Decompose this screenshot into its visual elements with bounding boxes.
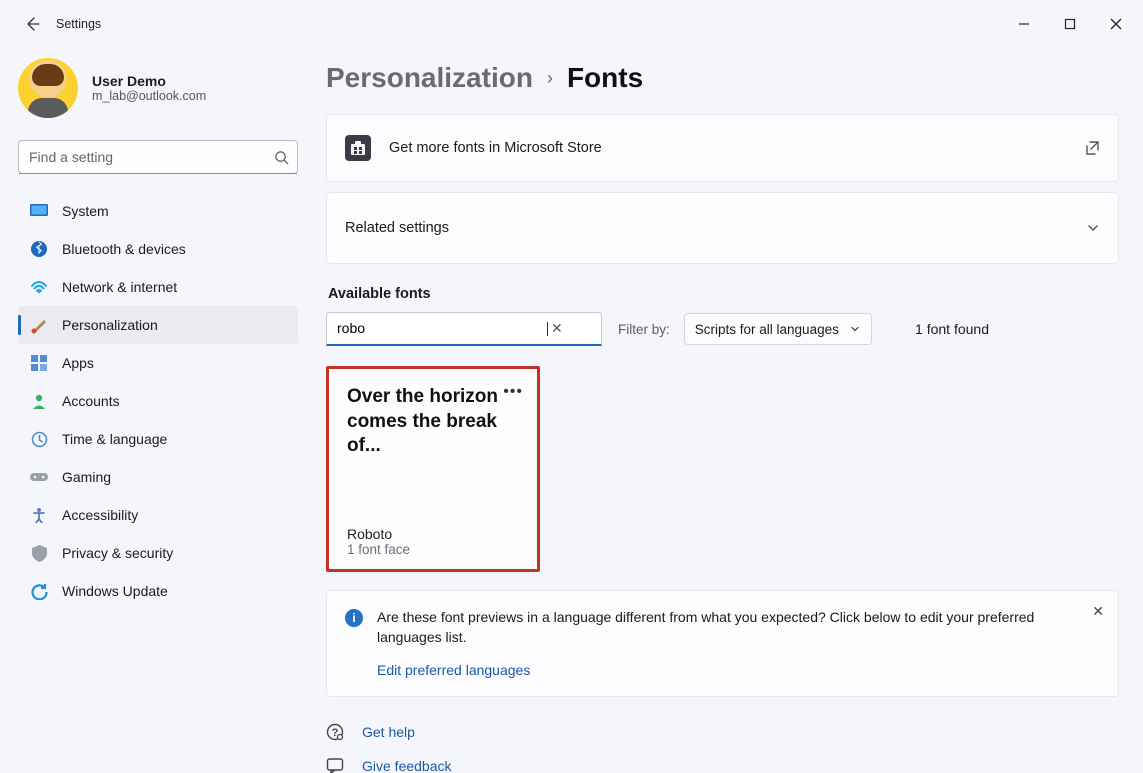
font-name: Roboto <box>347 526 521 542</box>
footer-links: ? Get help Give feedback <box>326 723 1119 773</box>
nav-label: Accessibility <box>62 507 138 523</box>
nav-label: Gaming <box>62 469 111 485</box>
close-icon <box>1110 18 1122 30</box>
back-arrow-icon <box>24 16 40 32</box>
profile-block[interactable]: User Demo m_lab@outlook.com <box>18 58 298 118</box>
profile-name: User Demo <box>92 73 206 89</box>
info-close-button[interactable]: ✕ <box>1092 603 1104 620</box>
filter-selected: Scripts for all languages <box>695 322 839 337</box>
nav-item-personalization[interactable]: Personalization <box>18 306 298 344</box>
window-title: Settings <box>56 17 101 31</box>
nav-label: Personalization <box>62 317 158 333</box>
shield-icon <box>30 544 48 562</box>
update-icon <box>30 582 48 600</box>
chevron-down-icon <box>849 323 861 335</box>
nav-label: Accounts <box>62 393 120 409</box>
font-search[interactable]: ✕ <box>326 312 602 346</box>
font-card-roboto[interactable]: ••• Over the horizon comes the break of.… <box>326 366 540 572</box>
nav-label: Network & internet <box>62 279 177 295</box>
info-icon: i <box>345 609 363 627</box>
system-icon <box>30 202 48 220</box>
search-icon <box>274 150 289 165</box>
related-settings-label: Related settings <box>345 220 1068 236</box>
fonts-found-count: 1 font found <box>915 321 989 337</box>
chevron-down-icon <box>1086 221 1100 235</box>
nav-item-accessibility[interactable]: Accessibility <box>18 496 298 534</box>
filter-label: Filter by: <box>618 322 670 337</box>
close-button[interactable] <box>1093 8 1139 40</box>
main-content: Personalization › Fonts Get more fonts i… <box>310 48 1143 773</box>
available-fonts-title: Available fonts <box>328 286 1119 302</box>
apps-icon <box>30 354 48 372</box>
font-faces: 1 font face <box>347 542 521 557</box>
give-feedback-label: Give feedback <box>362 758 452 773</box>
minimize-button[interactable] <box>1001 8 1047 40</box>
filter-row: ✕ Filter by: Scripts for all languages 1… <box>326 312 1119 346</box>
nav-item-bluetooth[interactable]: Bluetooth & devices <box>18 230 298 268</box>
accessibility-icon <box>30 506 48 524</box>
nav-item-network[interactable]: Network & internet <box>18 268 298 306</box>
give-feedback-link[interactable]: Give feedback <box>326 757 1119 773</box>
nav-item-privacy[interactable]: Privacy & security <box>18 534 298 572</box>
chevron-right-icon: › <box>547 68 553 89</box>
nav-item-time-language[interactable]: Time & language <box>18 420 298 458</box>
open-external-icon <box>1084 140 1100 156</box>
bluetooth-icon <box>30 240 48 258</box>
font-card-more-button[interactable]: ••• <box>503 383 523 401</box>
title-bar: Settings <box>0 0 1143 48</box>
ms-store-icon <box>345 135 371 161</box>
font-search-input[interactable] <box>337 320 547 336</box>
person-icon <box>30 392 48 410</box>
minimize-icon <box>1018 18 1030 30</box>
back-button[interactable] <box>16 8 48 40</box>
edit-languages-link[interactable]: Edit preferred languages <box>377 662 1037 678</box>
breadcrumb: Personalization › Fonts <box>326 62 1119 94</box>
breadcrumb-parent[interactable]: Personalization <box>326 62 533 94</box>
gamepad-icon <box>30 468 48 486</box>
profile-email: m_lab@outlook.com <box>92 89 206 103</box>
breadcrumb-current: Fonts <box>567 62 643 94</box>
nav-label: Time & language <box>62 431 167 447</box>
nav-label: Bluetooth & devices <box>62 241 186 257</box>
feedback-icon <box>326 757 344 773</box>
clear-search-button[interactable]: ✕ <box>547 320 567 337</box>
paintbrush-icon <box>30 316 48 334</box>
nav-label: Apps <box>62 355 94 371</box>
related-settings-card[interactable]: Related settings <box>326 192 1119 264</box>
info-message: Are these font previews in a language di… <box>377 607 1037 648</box>
info-bar: i Are these font previews in a language … <box>326 590 1119 697</box>
filter-dropdown[interactable]: Scripts for all languages <box>684 313 872 345</box>
maximize-button[interactable] <box>1047 8 1093 40</box>
nav-item-accounts[interactable]: Accounts <box>18 382 298 420</box>
settings-search-input[interactable] <box>29 149 274 165</box>
get-help-link[interactable]: ? Get help <box>326 723 1119 741</box>
nav-item-apps[interactable]: Apps <box>18 344 298 382</box>
store-card[interactable]: Get more fonts in Microsoft Store <box>326 114 1119 182</box>
nav-item-gaming[interactable]: Gaming <box>18 458 298 496</box>
wifi-icon <box>30 278 48 296</box>
nav-list: System Bluetooth & devices Network & int… <box>18 192 298 610</box>
nav-label: System <box>62 203 109 219</box>
store-label: Get more fonts in Microsoft Store <box>389 140 1066 156</box>
settings-search[interactable] <box>18 140 298 174</box>
nav-label: Privacy & security <box>62 545 173 561</box>
maximize-icon <box>1064 18 1076 30</box>
help-icon: ? <box>326 723 344 741</box>
sidebar: User Demo m_lab@outlook.com System Bluet… <box>0 48 310 773</box>
nav-item-windows-update[interactable]: Windows Update <box>18 572 298 610</box>
get-help-label: Get help <box>362 724 415 740</box>
font-preview-text: Over the horizon comes the break of... <box>347 385 521 459</box>
nav-item-system[interactable]: System <box>18 192 298 230</box>
nav-label: Windows Update <box>62 583 168 599</box>
avatar <box>18 58 78 118</box>
clock-globe-icon <box>30 430 48 448</box>
